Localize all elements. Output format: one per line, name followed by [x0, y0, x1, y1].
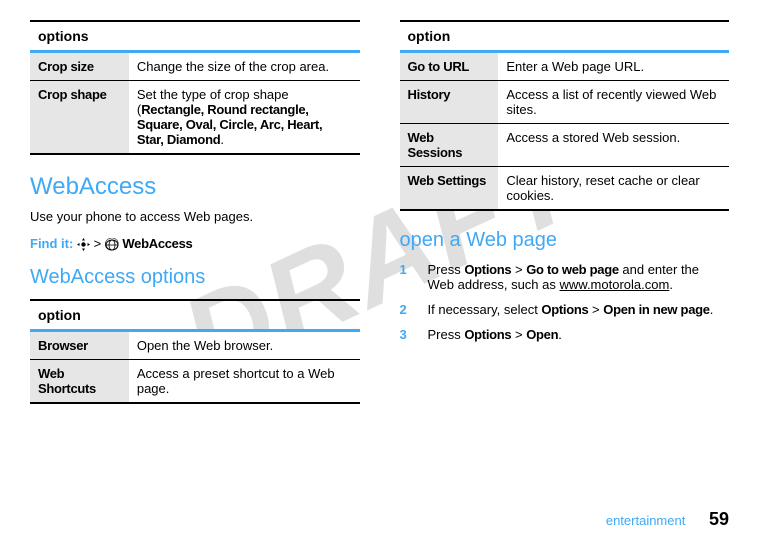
webaccess-heading: WebAccess: [30, 173, 360, 201]
table-row: History Access a list of recently viewed…: [400, 81, 730, 124]
gt-symbol: >: [94, 236, 102, 251]
table-row: Crop shape Set the type of crop shape (R…: [30, 81, 360, 155]
text: .: [669, 277, 673, 292]
bold-text: Go to web page: [526, 262, 619, 277]
table-row: Crop size Change the size of the crop ar…: [30, 52, 360, 81]
table-row: Web Shortcuts Access a preset shortcut t…: [30, 359, 360, 403]
row-desc: Access a preset shortcut to a Web page.: [129, 359, 360, 403]
table-row: Web Sessions Access a stored Web session…: [400, 124, 730, 167]
table-row: Web Settings Clear history, reset cache …: [400, 167, 730, 211]
row-label: History: [400, 81, 499, 124]
row-desc: Access a stored Web session.: [498, 124, 729, 167]
table-header: option: [30, 300, 360, 331]
table-header: options: [30, 21, 360, 52]
step-text: If necessary, select Options > Open in n…: [428, 302, 714, 317]
row-desc: Enter a Web page URL.: [498, 52, 729, 81]
step-1: 1 Press Options > Go to web page and ent…: [400, 262, 730, 292]
bold-list: Rectangle, Round rectangle, Square, Oval…: [137, 102, 322, 147]
row-desc: Change the size of the crop area.: [129, 52, 360, 81]
row-label: Crop size: [30, 52, 129, 81]
open-web-page-heading: open a Web page: [400, 229, 730, 252]
step-2: 2 If necessary, select Options > Open in…: [400, 302, 730, 317]
find-it-app: WebAccess: [122, 236, 192, 251]
row-label: Web Sessions: [400, 124, 499, 167]
text: .: [220, 132, 224, 147]
row-label: Web Shortcuts: [30, 359, 129, 403]
step-3: 3 Press Options > Open.: [400, 327, 730, 342]
right-column: option Go to URL Enter a Web page URL. H…: [400, 20, 730, 422]
text: If necessary, select: [428, 302, 542, 317]
page-number: 59: [709, 509, 729, 529]
webaccess-options-table: option Browser Open the Web browser. Web…: [30, 299, 360, 404]
left-column: options Crop size Change the size of the…: [30, 20, 360, 422]
row-desc: Set the type of crop shape (Rectangle, R…: [129, 81, 360, 155]
option-table-right: option Go to URL Enter a Web page URL. H…: [400, 20, 730, 211]
url-text: www.motorola.com: [560, 277, 670, 292]
text: Press: [428, 327, 465, 342]
row-desc: Access a list of recently viewed Web sit…: [498, 81, 729, 124]
text: >: [511, 327, 526, 342]
text: >: [588, 302, 603, 317]
row-label: Web Settings: [400, 167, 499, 211]
page-content: options Crop size Change the size of the…: [30, 20, 729, 422]
table-row: Go to URL Enter a Web page URL.: [400, 52, 730, 81]
text: .: [558, 327, 562, 342]
table-row: Browser Open the Web browser.: [30, 330, 360, 359]
bold-text: Options: [464, 262, 511, 277]
row-desc: Clear history, reset cache or clear cook…: [498, 167, 729, 211]
step-number: 1: [400, 262, 412, 292]
table-header: option: [400, 21, 730, 52]
text: >: [511, 262, 526, 277]
crop-options-table: options Crop size Change the size of the…: [30, 20, 360, 155]
find-it-line: Find it: > WebAccess: [30, 236, 360, 252]
globe-icon: [105, 236, 123, 251]
step-number: 3: [400, 327, 412, 342]
bold-text: Open in new page: [603, 302, 709, 317]
row-label: Crop shape: [30, 81, 129, 155]
page-footer: entertainment 59: [606, 509, 729, 530]
step-text: Press Options > Go to web page and enter…: [428, 262, 730, 292]
text: Press: [428, 262, 465, 277]
step-text: Press Options > Open.: [428, 327, 562, 342]
step-number: 2: [400, 302, 412, 317]
text: .: [710, 302, 714, 317]
row-label: Go to URL: [400, 52, 499, 81]
section-name: entertainment: [606, 513, 686, 528]
find-it-label: Find it:: [30, 236, 73, 251]
intro-text: Use your phone to access Web pages.: [30, 209, 360, 224]
row-desc: Open the Web browser.: [129, 330, 360, 359]
row-label: Browser: [30, 330, 129, 359]
nav-key-icon: [77, 236, 94, 251]
bold-text: Options: [464, 327, 511, 342]
bold-text: Open: [526, 327, 558, 342]
bold-text: Options: [541, 302, 588, 317]
webaccess-options-heading: WebAccess options: [30, 266, 360, 289]
